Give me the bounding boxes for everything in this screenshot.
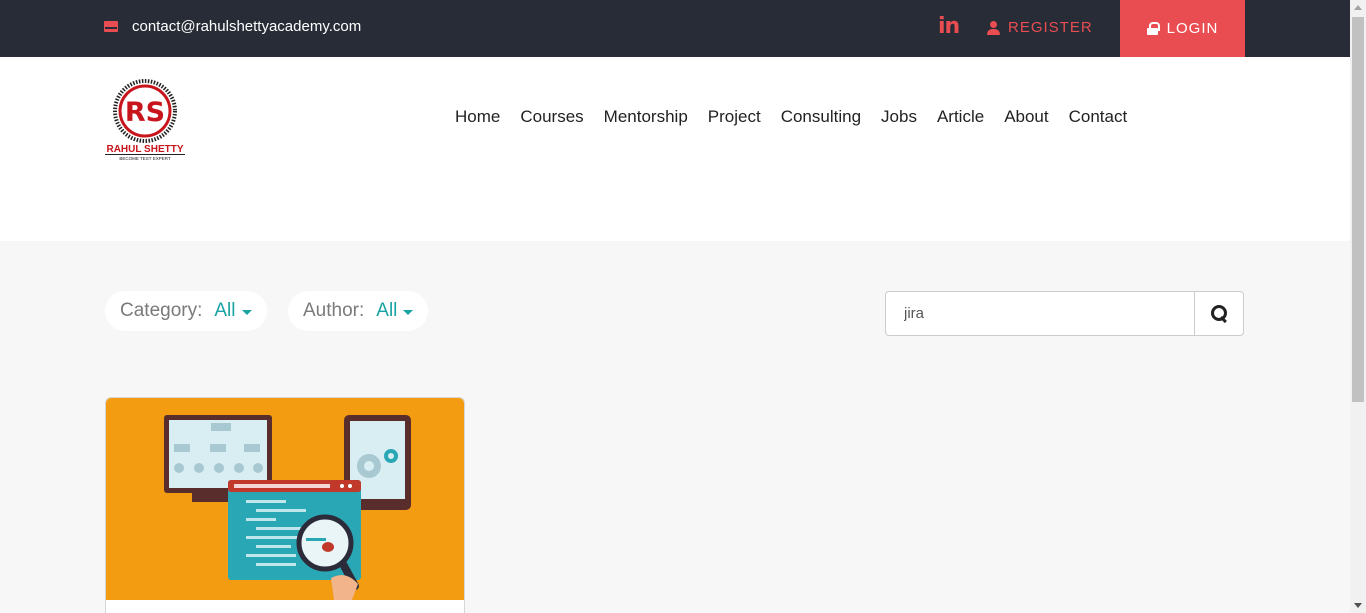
bug-tracking-illustration: [164, 415, 411, 600]
author-filter[interactable]: Author: All: [288, 291, 429, 331]
svg-text:BECOME TEST EXPERT: BECOME TEST EXPERT: [119, 156, 171, 161]
course-card[interactable]: [105, 397, 465, 613]
nav-item-consulting[interactable]: Consulting: [781, 107, 861, 127]
top-bar: contact@rahulshettyacademy.com in REGIST…: [0, 0, 1350, 57]
svg-text:RAHUL SHETTY: RAHUL SHETTY: [106, 144, 183, 155]
search-icon: [1210, 305, 1228, 322]
main-nav: Home Courses Mentorship Project Consulti…: [455, 107, 1127, 127]
author-dropdown[interactable]: All: [376, 300, 414, 322]
scroll-up-icon[interactable]: [1354, 5, 1362, 10]
category-dropdown[interactable]: All: [214, 300, 252, 322]
author-value: All: [376, 300, 398, 321]
login-label: LOGIN: [1166, 20, 1219, 37]
envelope-icon: [104, 21, 118, 32]
lock-icon: [1146, 22, 1160, 35]
search-button[interactable]: [1194, 292, 1243, 335]
course-thumbnail[interactable]: [106, 398, 464, 600]
caret-down-icon: [403, 309, 414, 315]
category-filter-label: Category:: [120, 300, 203, 321]
linkedin-icon[interactable]: in: [938, 14, 960, 39]
nav-item-courses[interactable]: Courses: [520, 107, 583, 127]
site-header: RS RAHUL SHETTY BECOME TEST EXPERT Home …: [0, 57, 1350, 241]
svg-text:RS: RS: [125, 97, 165, 128]
contact-email[interactable]: contact@rahulshettyacademy.com: [104, 18, 361, 35]
nav-item-mentorship[interactable]: Mentorship: [604, 107, 688, 127]
nav-item-home[interactable]: Home: [455, 107, 500, 127]
page: contact@rahulshettyacademy.com in REGIST…: [0, 0, 1366, 613]
register-link[interactable]: REGISTER: [987, 19, 1093, 36]
register-label: REGISTER: [1008, 19, 1093, 36]
logo-graphic: RS RAHUL SHETTY BECOME TEST EXPERT: [105, 79, 185, 161]
nav-item-article[interactable]: Article: [937, 107, 984, 127]
contact-email-text: contact@rahulshettyacademy.com: [132, 18, 362, 35]
site-logo[interactable]: RS RAHUL SHETTY BECOME TEST EXPERT: [104, 79, 188, 161]
nav-item-about[interactable]: About: [1004, 107, 1048, 127]
nav-item-project[interactable]: Project: [708, 107, 761, 127]
scroll-down-icon[interactable]: [1354, 603, 1362, 608]
search-input[interactable]: [886, 292, 1195, 335]
category-value: All: [214, 300, 236, 321]
caret-down-icon: [241, 309, 252, 315]
scrollbar-thumb[interactable]: [1352, 17, 1364, 402]
category-filter[interactable]: Category: All: [105, 291, 267, 331]
course-search: [885, 291, 1244, 336]
page-scrollbar[interactable]: [1350, 0, 1366, 613]
nav-item-jobs[interactable]: Jobs: [881, 107, 917, 127]
author-filter-label: Author:: [303, 300, 365, 321]
nav-item-contact[interactable]: Contact: [1069, 107, 1128, 127]
login-button[interactable]: LOGIN: [1120, 0, 1245, 57]
user-icon: [987, 20, 1000, 35]
